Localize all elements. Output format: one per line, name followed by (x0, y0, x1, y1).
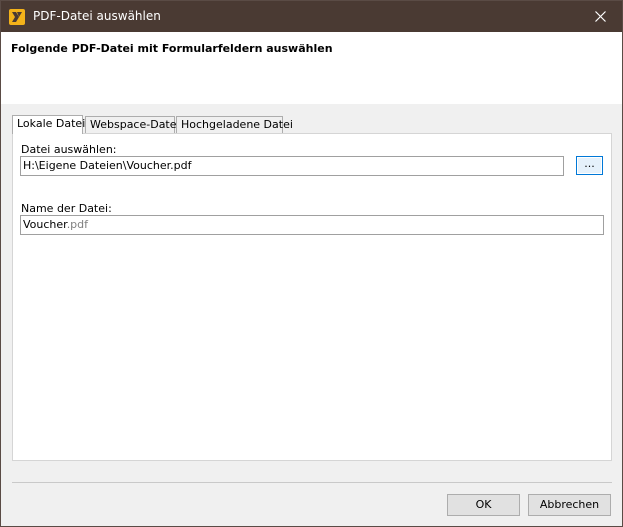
footer-separator (12, 482, 612, 483)
browse-button[interactable]: ... (576, 156, 603, 175)
title-bar[interactable]: PDF-Datei auswählen (1, 1, 622, 32)
cancel-button[interactable]: Abbrechen (528, 494, 611, 516)
header-title: Folgende PDF-Datei mit Formularfeldern a… (11, 42, 333, 55)
tab-webspace-file[interactable]: Webspace-Datei (85, 116, 180, 133)
tab-uploaded-file[interactable]: Hochgeladene Datei (176, 116, 293, 133)
dialog-window: PDF-Datei auswählen Folgende PDF-Datei m… (0, 0, 623, 527)
app-logo-icon (9, 9, 25, 25)
dialog-header: Folgende PDF-Datei mit Formularfeldern a… (1, 32, 622, 104)
file-name-label: Name der Datei: (21, 202, 112, 215)
window-title: PDF-Datei auswählen (33, 9, 161, 23)
tab-local-file[interactable]: Lokale Datei (12, 115, 85, 134)
close-icon (595, 11, 606, 22)
file-name-extension: .pdf (66, 218, 89, 231)
ok-button[interactable]: OK (447, 494, 520, 516)
file-path-input[interactable]: H:\Eigene Dateien\Voucher.pdf (20, 156, 564, 176)
tab-panel-local: Datei auswählen: H:\Eigene Dateien\Vouch… (12, 133, 612, 461)
file-select-label: Datei auswählen: (21, 143, 117, 156)
file-name-input[interactable]: Voucher.pdf (20, 215, 604, 235)
file-name-base: Voucher (23, 218, 67, 231)
close-button[interactable] (578, 1, 622, 32)
